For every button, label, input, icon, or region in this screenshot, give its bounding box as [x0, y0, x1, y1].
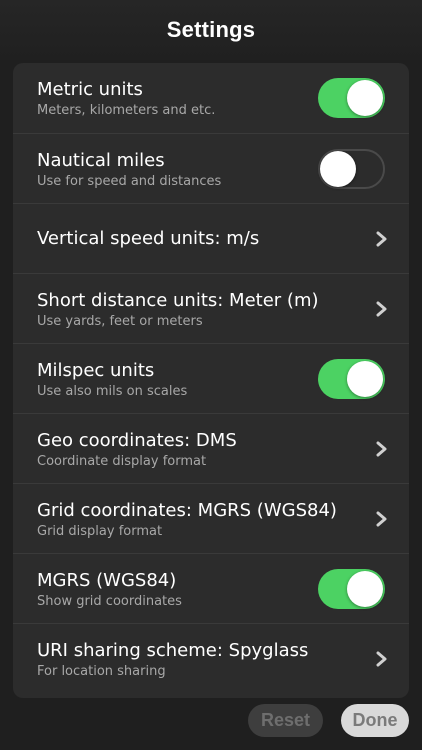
setting-subtitle: Use for speed and distances	[37, 174, 222, 189]
setting-label: MGRS (WGS84)	[37, 570, 177, 591]
nautical-miles-toggle[interactable]	[318, 149, 385, 189]
setting-label: Geo coordinates: DMS	[37, 430, 237, 451]
setting-subtitle: Grid display format	[37, 524, 163, 539]
mgrs-toggle[interactable]	[318, 569, 385, 609]
chevron-right-icon	[376, 441, 387, 457]
chevron-right-icon	[376, 231, 387, 247]
setting-row-mgrs[interactable]: MGRS (WGS84) Show grid coordinates	[13, 554, 409, 624]
title-bar: Settings	[0, 0, 422, 60]
setting-subtitle: For location sharing	[37, 664, 166, 679]
setting-row-geo-coordinates[interactable]: Geo coordinates: DMS Coordinate display …	[13, 414, 409, 484]
toggle-knob	[347, 571, 383, 607]
setting-label: Short distance units: Meter (m)	[37, 290, 319, 311]
chevron-right-icon	[376, 301, 387, 317]
toggle-knob	[347, 80, 383, 116]
toggle-knob	[320, 151, 356, 187]
setting-subtitle: Use also mils on scales	[37, 384, 188, 399]
milspec-units-toggle[interactable]	[318, 359, 385, 399]
setting-subtitle: Meters, kilometers and etc.	[37, 103, 216, 118]
done-button[interactable]: Done	[341, 704, 409, 737]
footer-bar: Reset Done	[0, 698, 422, 750]
setting-label: Milspec units	[37, 360, 155, 381]
setting-label: Grid coordinates: MGRS (WGS84)	[37, 500, 337, 521]
setting-row-grid-coordinates[interactable]: Grid coordinates: MGRS (WGS84) Grid disp…	[13, 484, 409, 554]
setting-subtitle: Use yards, feet or meters	[37, 314, 203, 329]
setting-row-metric-units[interactable]: Metric units Meters, kilometers and etc.	[13, 63, 409, 134]
setting-label: Metric units	[37, 79, 143, 100]
setting-subtitle: Coordinate display format	[37, 454, 207, 469]
page-title: Settings	[166, 17, 256, 42]
setting-row-vertical-speed-units[interactable]: Vertical speed units: m/s	[13, 204, 409, 274]
settings-list: Metric units Meters, kilometers and etc.…	[13, 63, 409, 698]
reset-button[interactable]: Reset	[248, 704, 323, 737]
setting-row-short-distance-units[interactable]: Short distance units: Meter (m) Use yard…	[13, 274, 409, 344]
chevron-right-icon	[376, 651, 387, 667]
setting-label: Nautical miles	[37, 150, 165, 171]
setting-subtitle: Show grid coordinates	[37, 594, 182, 609]
setting-label: Vertical speed units: m/s	[37, 228, 260, 249]
setting-label: URI sharing scheme: Spyglass	[37, 640, 309, 661]
toggle-knob	[347, 361, 383, 397]
setting-row-uri-sharing-scheme[interactable]: URI sharing scheme: Spyglass For locatio…	[13, 624, 409, 694]
setting-row-nautical-miles[interactable]: Nautical miles Use for speed and distanc…	[13, 134, 409, 204]
settings-screen: Settings Metric units Meters, kilometers…	[0, 0, 422, 750]
metric-units-toggle[interactable]	[318, 78, 385, 118]
setting-row-milspec-units[interactable]: Milspec units Use also mils on scales	[13, 344, 409, 414]
chevron-right-icon	[376, 511, 387, 527]
